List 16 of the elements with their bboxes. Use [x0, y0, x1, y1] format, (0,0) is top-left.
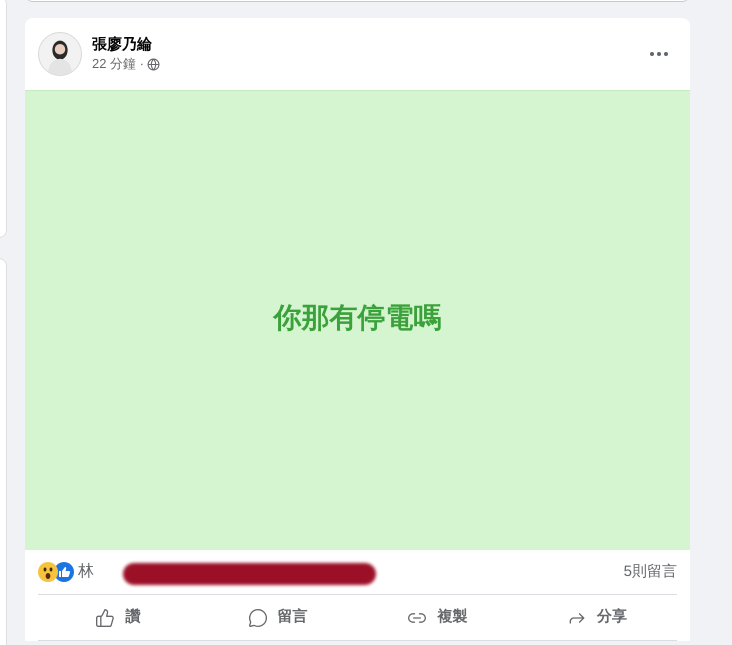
like-reaction-icon[interactable] [54, 562, 74, 582]
speech-bubble-icon [248, 608, 268, 628]
reactor-name[interactable]: 林 [78, 560, 94, 584]
post-time[interactable]: 22 分鐘 · [92, 55, 144, 73]
thumbs-up-icon [95, 608, 116, 628]
wow-reaction-icon[interactable] [38, 562, 58, 582]
author-name[interactable]: 張廖乃綸 [92, 35, 160, 55]
post-action-button[interactable]: 留言 [198, 600, 358, 636]
post-action-button[interactable]: 複製 [358, 600, 518, 636]
post-action-button[interactable]: 分享 [517, 600, 677, 636]
more-icon [650, 52, 668, 56]
status-text: 你那有停電嗎 [274, 300, 442, 336]
post-action-button[interactable]: 讚 [38, 600, 198, 636]
globe-icon [147, 58, 160, 70]
comments-count[interactable]: 5則留言 [624, 560, 677, 584]
profile-avatar[interactable] [38, 32, 82, 76]
